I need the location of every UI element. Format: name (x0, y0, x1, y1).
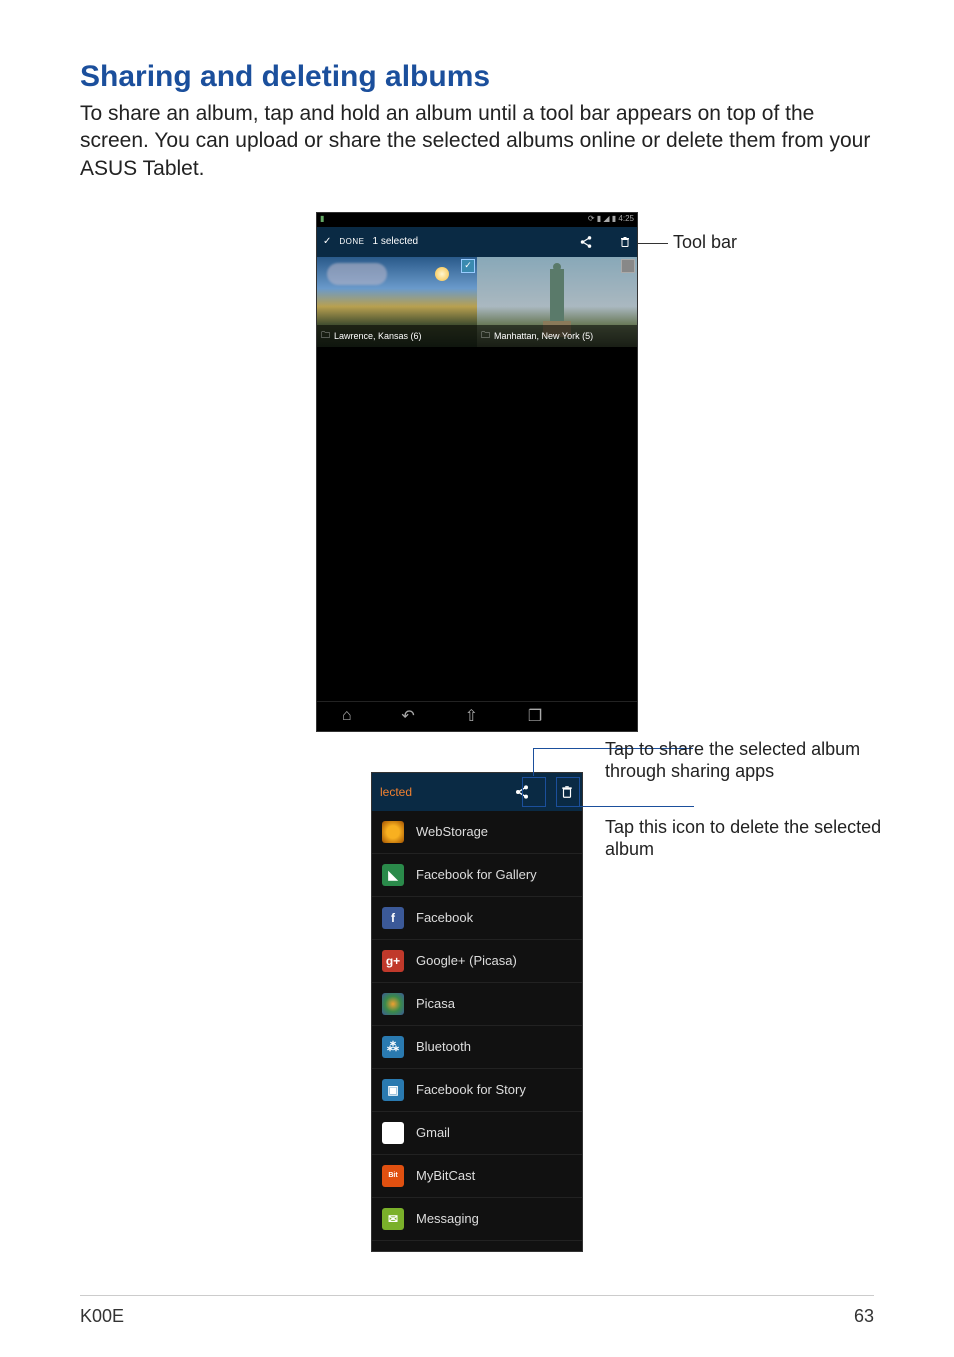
share-item-label: Picasa (416, 996, 455, 1011)
album-label: 🗀 Manhattan, New York (5) (477, 325, 637, 347)
share-item-mybitcast[interactable]: Bit MyBitCast (372, 1155, 582, 1198)
callout-share-label: Tap to share the selected album through … (605, 738, 905, 783)
callout-toolbar-label: Tool bar (673, 232, 737, 253)
share-item-label: Facebook (416, 910, 473, 925)
phone-screenshot-1: ▮ ⟳ ▮ ◢ ▮ 4:25 ✓ DONE 1 selected ✓ (316, 212, 638, 732)
share-item-messaging[interactable]: ✉ Messaging (372, 1198, 582, 1241)
share-menu-screenshot: lected WebStorage ◣ Facebook for Gallery … (371, 772, 583, 1252)
share-item-webstorage[interactable]: WebStorage (372, 811, 582, 854)
google-plus-icon: g+ (382, 950, 404, 972)
share-item-google-plus[interactable]: g+ Google+ (Picasa) (372, 940, 582, 983)
toolbar-cropped-text: lected (380, 785, 412, 799)
folder-icon: 🗀 (321, 328, 330, 344)
section-heading: Sharing and deleting albums (80, 60, 874, 94)
nav-back-icon[interactable]: ↶ (401, 706, 414, 726)
selection-toolbar: ✓ DONE 1 selected (317, 227, 637, 257)
done-label[interactable]: DONE (339, 237, 364, 246)
figure-share-menu: lected WebStorage ◣ Facebook for Gallery … (80, 772, 874, 1252)
share-item-facebook-gallery[interactable]: ◣ Facebook for Gallery (372, 854, 582, 897)
share-menu-toolbar: lected (372, 773, 582, 811)
messaging-icon: ✉ (382, 1208, 404, 1230)
facebook-icon: f (382, 907, 404, 929)
selection-count[interactable]: 1 selected (373, 236, 419, 247)
album-name: Manhattan, New York (5) (494, 331, 593, 341)
share-app-list: WebStorage ◣ Facebook for Gallery f Facebo… (372, 811, 582, 1241)
footer-model: K00E (80, 1306, 124, 1327)
album-name: Lawrence, Kansas (6) (334, 331, 422, 341)
callout-line-delete (579, 806, 694, 807)
nav-recent-icon[interactable]: ❐ (528, 706, 542, 726)
system-nav-bar: ⌂ ↶ ⇧ ❐ (317, 701, 637, 731)
share-item-label: Messaging (416, 1211, 479, 1226)
share-item-picasa[interactable]: Picasa (372, 983, 582, 1026)
page-footer: K00E 63 (80, 1295, 874, 1327)
section-body: To share an album, tap and hold an album… (80, 100, 874, 182)
footer-page-number: 63 (854, 1306, 874, 1327)
mybitcast-icon: Bit (382, 1165, 404, 1187)
facebook-story-icon: ▣ (382, 1079, 404, 1101)
album-lawrence[interactable]: ✓ 🗀 Lawrence, Kansas (6) (317, 257, 477, 347)
callout-box-share (522, 777, 546, 807)
share-item-bluetooth[interactable]: ⁂ Bluetooth (372, 1026, 582, 1069)
done-check-icon[interactable]: ✓ (323, 236, 331, 247)
share-item-gmail[interactable]: M Gmail (372, 1112, 582, 1155)
figure-gallery-selection: ▮ ⟳ ▮ ◢ ▮ 4:25 ✓ DONE 1 selected ✓ (80, 212, 874, 732)
gmail-icon: M (382, 1122, 404, 1144)
share-item-label: Facebook for Gallery (416, 867, 537, 882)
share-item-facebook-story[interactable]: ▣ Facebook for Story (372, 1069, 582, 1112)
callout-box-delete (556, 777, 580, 807)
album-manhattan[interactable]: 🗀 Manhattan, New York (5) (477, 257, 637, 347)
share-item-label: WebStorage (416, 824, 488, 839)
callout-line-share-v (533, 748, 534, 776)
callout-delete-label: Tap this icon to delete the selected alb… (605, 816, 885, 861)
status-bar: ▮ ⟳ ▮ ◢ ▮ 4:25 (317, 213, 637, 227)
share-item-label: Google+ (Picasa) (416, 953, 517, 968)
status-left-icon: ▮ (320, 214, 324, 223)
nav-apps-icon[interactable]: ⌂ (342, 707, 352, 725)
status-icons: ⟳ ▮ ◢ ▮ (588, 214, 619, 223)
share-item-facebook[interactable]: f Facebook (372, 897, 582, 940)
albums-grid: ✓ 🗀 Lawrence, Kansas (6) 🗀 Manhattan, Ne… (317, 257, 637, 347)
webstorage-icon (382, 821, 404, 843)
picasa-icon (382, 993, 404, 1015)
bluetooth-icon: ⁂ (382, 1036, 404, 1058)
nav-home-icon[interactable]: ⇧ (465, 706, 478, 726)
share-item-label: Bluetooth (416, 1039, 471, 1054)
facebook-gallery-icon: ◣ (382, 864, 404, 886)
folder-icon: 🗀 (481, 328, 490, 344)
share-item-label: Facebook for Story (416, 1082, 526, 1097)
share-item-label: Gmail (416, 1125, 450, 1140)
share-item-label: MyBitCast (416, 1168, 475, 1183)
album-checkbox-selected[interactable]: ✓ (461, 259, 475, 273)
trash-icon[interactable] (619, 235, 631, 249)
album-checkbox-unselected[interactable] (621, 259, 635, 273)
share-icon[interactable] (579, 235, 593, 249)
callout-line-toolbar (638, 243, 668, 244)
status-time: 4:25 (618, 214, 634, 223)
album-label: 🗀 Lawrence, Kansas (6) (317, 325, 477, 347)
